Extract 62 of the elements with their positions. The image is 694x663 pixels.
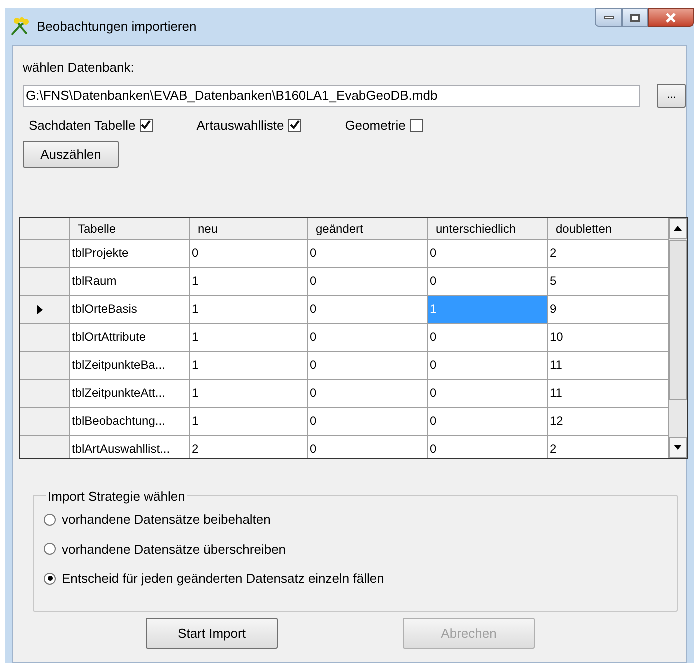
- table-cell: 1: [190, 408, 308, 435]
- table-cell: 0: [428, 352, 548, 379]
- checkbox[interactable]: [140, 118, 153, 132]
- radio-label: Entscheid für jeden geänderten Datensatz einzeln fällen: [62, 570, 384, 588]
- table-cell: 1: [190, 296, 308, 323]
- browse-button[interactable]: ...: [657, 84, 686, 108]
- table-cell: 0: [190, 240, 308, 267]
- radio-label: vorhandene Datensätze beibehalten: [62, 511, 271, 529]
- table-cell: 0: [428, 436, 548, 458]
- column-header[interactable]: Tabelle: [70, 218, 190, 239]
- checkbox[interactable]: [288, 118, 302, 132]
- window-title: Beobachtungen importieren: [37, 18, 197, 36]
- option-label: Geometrie: [345, 116, 406, 134]
- column-header[interactable]: unterschiedlich: [428, 218, 548, 239]
- radio-button[interactable]: [44, 572, 56, 585]
- table-cell: 0: [308, 436, 428, 458]
- table-cell: 1: [190, 352, 308, 379]
- table-cell: 0: [428, 240, 548, 267]
- table-cell: 0: [308, 324, 428, 351]
- table-cell: tblRaum: [70, 268, 190, 295]
- table-cell: 0: [428, 380, 548, 407]
- database-path-field[interactable]: G:\FNS\Datenbanken\EVAB_Datenbanken\B160LA1_EvabGeoDB.mdb: [23, 84, 640, 106]
- table-cell: 0: [428, 268, 548, 295]
- table-cell: 1: [190, 268, 308, 295]
- table-cell: 0: [308, 352, 428, 379]
- row-pointer-icon: [37, 304, 43, 314]
- radio-button[interactable]: [44, 514, 56, 526]
- option-label: Artauswahlliste: [196, 116, 284, 134]
- table-cell: tblProjekte: [70, 240, 190, 267]
- scrollbar[interactable]: [669, 218, 687, 458]
- close-icon[interactable]: [648, 8, 694, 27]
- option-label: Sachdaten Tabelle: [29, 116, 136, 134]
- maximize-icon[interactable]: [622, 8, 648, 27]
- table-cell: 0: [308, 380, 428, 407]
- column-header[interactable]: neu: [190, 218, 308, 239]
- row-header[interactable]: [20, 296, 70, 323]
- table-cell: tblZeitpunkteAtt...: [70, 380, 190, 407]
- table-cell: 1: [190, 380, 308, 407]
- table-cell: 0: [308, 408, 428, 435]
- count-button[interactable]: Auszählen: [23, 141, 119, 168]
- checkbox[interactable]: [410, 118, 423, 132]
- table-cell: 0: [428, 324, 548, 351]
- table-cell: 0: [308, 240, 428, 267]
- table-cell: tblOrtAttribute: [70, 324, 190, 351]
- table-cell: tblArtAuswahllist...: [70, 436, 190, 458]
- start-import-button[interactable]: Start Import: [146, 618, 278, 649]
- flower-icon: [9, 16, 31, 36]
- table-cell: 1: [428, 296, 548, 323]
- scroll-down-icon[interactable]: [674, 445, 682, 450]
- table-cell: tblOrteBasis: [70, 296, 190, 323]
- scroll-up-icon[interactable]: [674, 226, 682, 231]
- radio-label: vorhandene Datensätze überschreiben: [62, 540, 286, 558]
- column-header[interactable]: geändert: [308, 218, 428, 239]
- radio-button[interactable]: [44, 543, 56, 556]
- database-label: wählen Datenbank:: [23, 59, 136, 77]
- table-cell: tblBeobachtung...: [70, 408, 190, 435]
- table-cell: 1: [190, 324, 308, 351]
- table-cell: 0: [428, 408, 548, 435]
- table-cell: 2: [190, 436, 308, 458]
- minimize-icon[interactable]: [595, 8, 622, 27]
- table-cell: tblZeitpunkteBa...: [70, 352, 190, 379]
- table-cell: 0: [308, 268, 428, 295]
